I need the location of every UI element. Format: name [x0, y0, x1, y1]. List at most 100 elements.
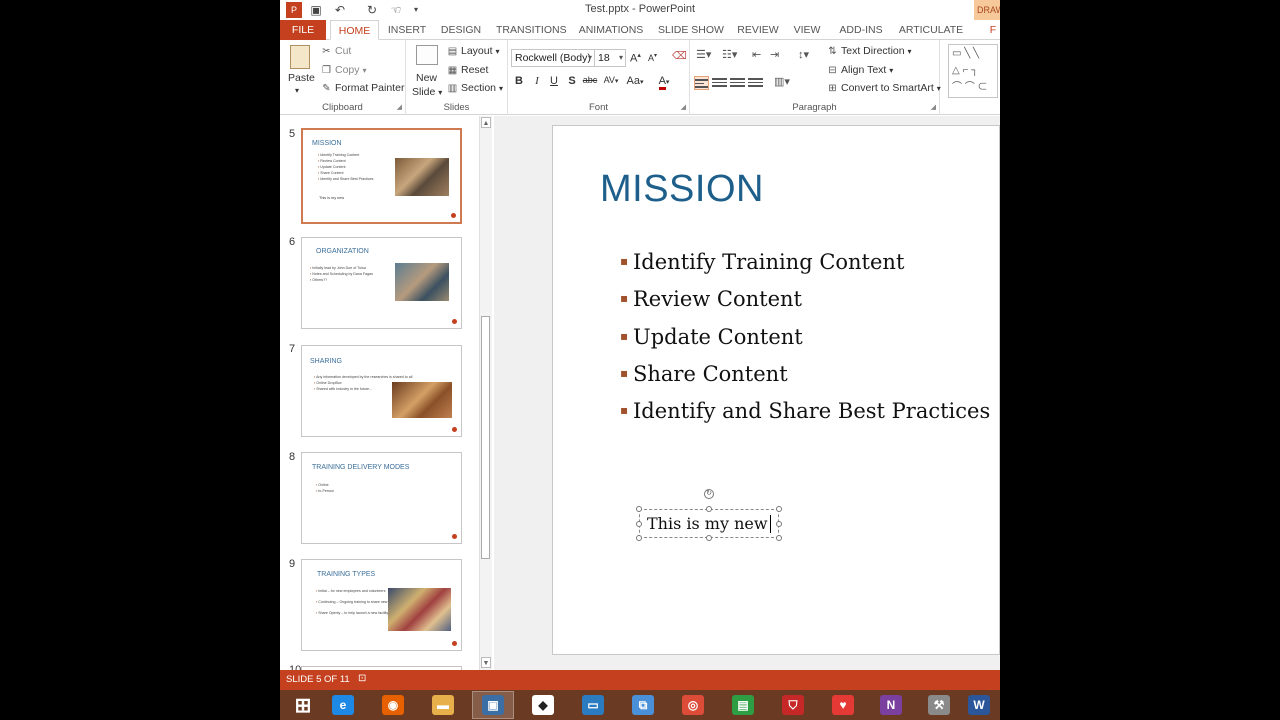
clear-formatting-icon[interactable]: ⌫	[672, 50, 687, 62]
decrease-indent-icon[interactable]: ⇤	[752, 48, 761, 61]
grow-font-button[interactable]: A▴	[630, 51, 641, 65]
font-launcher-icon[interactable]: ◢	[681, 103, 686, 111]
tab-design[interactable]: DESIGN	[438, 20, 484, 40]
shadow-button[interactable]: S	[564, 75, 580, 87]
format-painter-button[interactable]: ✎ Format Painter	[320, 82, 404, 94]
new-slide-icon[interactable]	[416, 45, 438, 65]
italic-button[interactable]: I	[529, 75, 545, 87]
scrollbar-thumb[interactable]	[481, 316, 490, 559]
slide-bullet[interactable]: Review Content	[620, 287, 802, 311]
tab-add-ins[interactable]: ADD-INS	[836, 20, 886, 40]
tab-home[interactable]: HOME	[330, 20, 379, 40]
slide-title[interactable]: MISSION	[600, 168, 764, 211]
thumbnail-slide-6[interactable]: ORGANIZATION Initially lead by John Doe …	[301, 237, 462, 329]
section-button[interactable]: ▥ Section ▾	[446, 82, 503, 94]
font-color-button[interactable]: A▾	[654, 75, 674, 90]
tab-review[interactable]: REVIEW	[736, 20, 780, 40]
new-slide-line1[interactable]: New	[416, 72, 437, 84]
thumbnails-scrollbar[interactable]: ▲ ▼	[479, 116, 492, 670]
tab-format-truncated[interactable]: F	[986, 20, 1000, 40]
underline-button[interactable]: U	[546, 75, 562, 87]
resize-handle[interactable]	[636, 506, 642, 512]
firefox-button[interactable]: ◉	[372, 691, 414, 719]
new-slide-button[interactable]: Slide ▾	[412, 86, 442, 98]
resize-handle[interactable]	[706, 506, 712, 512]
layout-button[interactable]: ▤ Layout ▾	[446, 45, 500, 57]
resize-handle[interactable]	[776, 506, 782, 512]
bullets-icon[interactable]: ☰▾	[696, 48, 711, 61]
spell-check-icon[interactable]: ⊡	[358, 673, 366, 684]
slide-indicator[interactable]: SLIDE 5 OF 11	[286, 674, 350, 685]
health-button[interactable]: ♥	[822, 691, 864, 719]
tools-button[interactable]: ⚒	[918, 691, 960, 719]
reset-button[interactable]: ▦ Reset	[446, 64, 489, 76]
monitor-button[interactable]: ▭	[572, 691, 614, 719]
thumbnail-slide-8[interactable]: TRAINING DELIVERY MODES Online In-Person	[301, 452, 462, 544]
font-name-select[interactable]: Rockwell (Body) ▾	[511, 49, 595, 67]
store-button[interactable]: ▤	[722, 691, 764, 719]
align-center-icon[interactable]	[712, 76, 727, 90]
bold-button[interactable]: B	[511, 75, 527, 87]
columns-icon[interactable]: ▥▾	[774, 75, 790, 88]
align-text-button[interactable]: ⊟ Align Text ▾	[826, 64, 893, 76]
resize-handle[interactable]	[706, 535, 712, 541]
paste-dropdown-icon[interactable]: ▾	[295, 86, 299, 95]
paste-button[interactable]: Paste	[288, 72, 315, 84]
align-right-icon[interactable]	[730, 76, 745, 90]
app-button[interactable]: ◆	[522, 691, 564, 719]
shapes-gallery[interactable]: ▭ ╲ ╲ △ ⌐ ┐ ⌒ ⌒ ⊂	[944, 40, 1000, 115]
clipboard-launcher-icon[interactable]: ◢	[397, 103, 402, 111]
change-case-button[interactable]: Aa▾	[624, 75, 646, 87]
slide-bullet[interactable]: Identify Training Content	[620, 250, 904, 274]
align-left-icon[interactable]	[694, 76, 709, 90]
onenote-button[interactable]: N	[870, 691, 912, 719]
contextual-tab-draw[interactable]: DRAW	[974, 0, 1000, 20]
tab-animations[interactable]: ANIMATIONS	[576, 20, 646, 40]
start-button[interactable]: ⊞	[282, 691, 324, 719]
scroll-up-icon[interactable]: ▲	[481, 117, 491, 128]
explorer-button[interactable]: ▬	[422, 691, 464, 719]
thumbnail-slide-7[interactable]: SHARING Any information developed by the…	[301, 345, 462, 437]
nfl-button[interactable]: ⛉	[772, 691, 814, 719]
resize-handle[interactable]	[636, 521, 642, 527]
current-slide[interactable]: MISSION Identify Training Content Review…	[552, 125, 1000, 655]
convert-smartart-button[interactable]: ⊞ Convert to SmartArt ▾	[826, 82, 940, 94]
tab-view[interactable]: VIEW	[790, 20, 824, 40]
cut-button[interactable]: ✂ Cut	[320, 45, 351, 57]
character-spacing-button[interactable]: AV▾	[600, 75, 622, 85]
font-size-select[interactable]: 18 ▾	[594, 49, 626, 67]
remote-button[interactable]: ⧉	[622, 691, 664, 719]
copy-button[interactable]: ❐ Copy ▾	[320, 64, 366, 76]
shapes-icon[interactable]: ▭ ╲ ╲ △ ⌐ ┐ ⌒ ⌒ ⊂	[948, 44, 998, 98]
ie-button[interactable]: e	[322, 691, 364, 719]
tab-insert[interactable]: INSERT	[386, 20, 428, 40]
resize-handle[interactable]	[636, 535, 642, 541]
slide-bullet[interactable]: Share Content	[620, 362, 788, 386]
resize-handle[interactable]	[776, 521, 782, 527]
strikethrough-button[interactable]: abc	[580, 75, 600, 85]
paragraph-launcher-icon[interactable]: ◢	[931, 103, 936, 111]
scroll-down-icon[interactable]: ▼	[481, 657, 491, 668]
justify-icon[interactable]	[748, 76, 763, 90]
increase-indent-icon[interactable]: ⇥	[770, 48, 779, 61]
textbox-text[interactable]: This is my new	[647, 514, 768, 533]
word-button[interactable]: W	[958, 691, 1000, 719]
chrome-button[interactable]: ◎	[672, 691, 714, 719]
slide-bullet[interactable]: Update Content	[620, 325, 803, 349]
media-button[interactable]: ▣	[472, 691, 514, 719]
rotate-handle-icon[interactable]: ↻	[704, 489, 714, 499]
thumbnail-slide-5[interactable]: MISSION Identify Training Content Review…	[301, 128, 462, 224]
tab-transitions[interactable]: TRANSITIONS	[496, 20, 567, 40]
tab-slide-show[interactable]: SLIDE SHOW	[658, 20, 724, 40]
line-spacing-icon[interactable]: ↕▾	[798, 48, 809, 61]
numbering-icon[interactable]: ☷▾	[722, 48, 737, 61]
selected-textbox[interactable]: This is my new	[636, 506, 782, 541]
tab-file[interactable]: FILE	[280, 20, 326, 40]
resize-handle[interactable]	[776, 535, 782, 541]
slide-bullet[interactable]: Identify and Share Best Practices	[620, 399, 990, 423]
shrink-font-button[interactable]: A▾	[648, 52, 657, 63]
text-direction-button[interactable]: ⇅ Text Direction ▾	[826, 45, 911, 57]
thumbnail-slide-9[interactable]: TRAINING TYPES Initial – for new employe…	[301, 559, 462, 651]
tab-articulate[interactable]: ARTICULATE	[896, 20, 966, 40]
paste-icon[interactable]	[290, 45, 310, 69]
